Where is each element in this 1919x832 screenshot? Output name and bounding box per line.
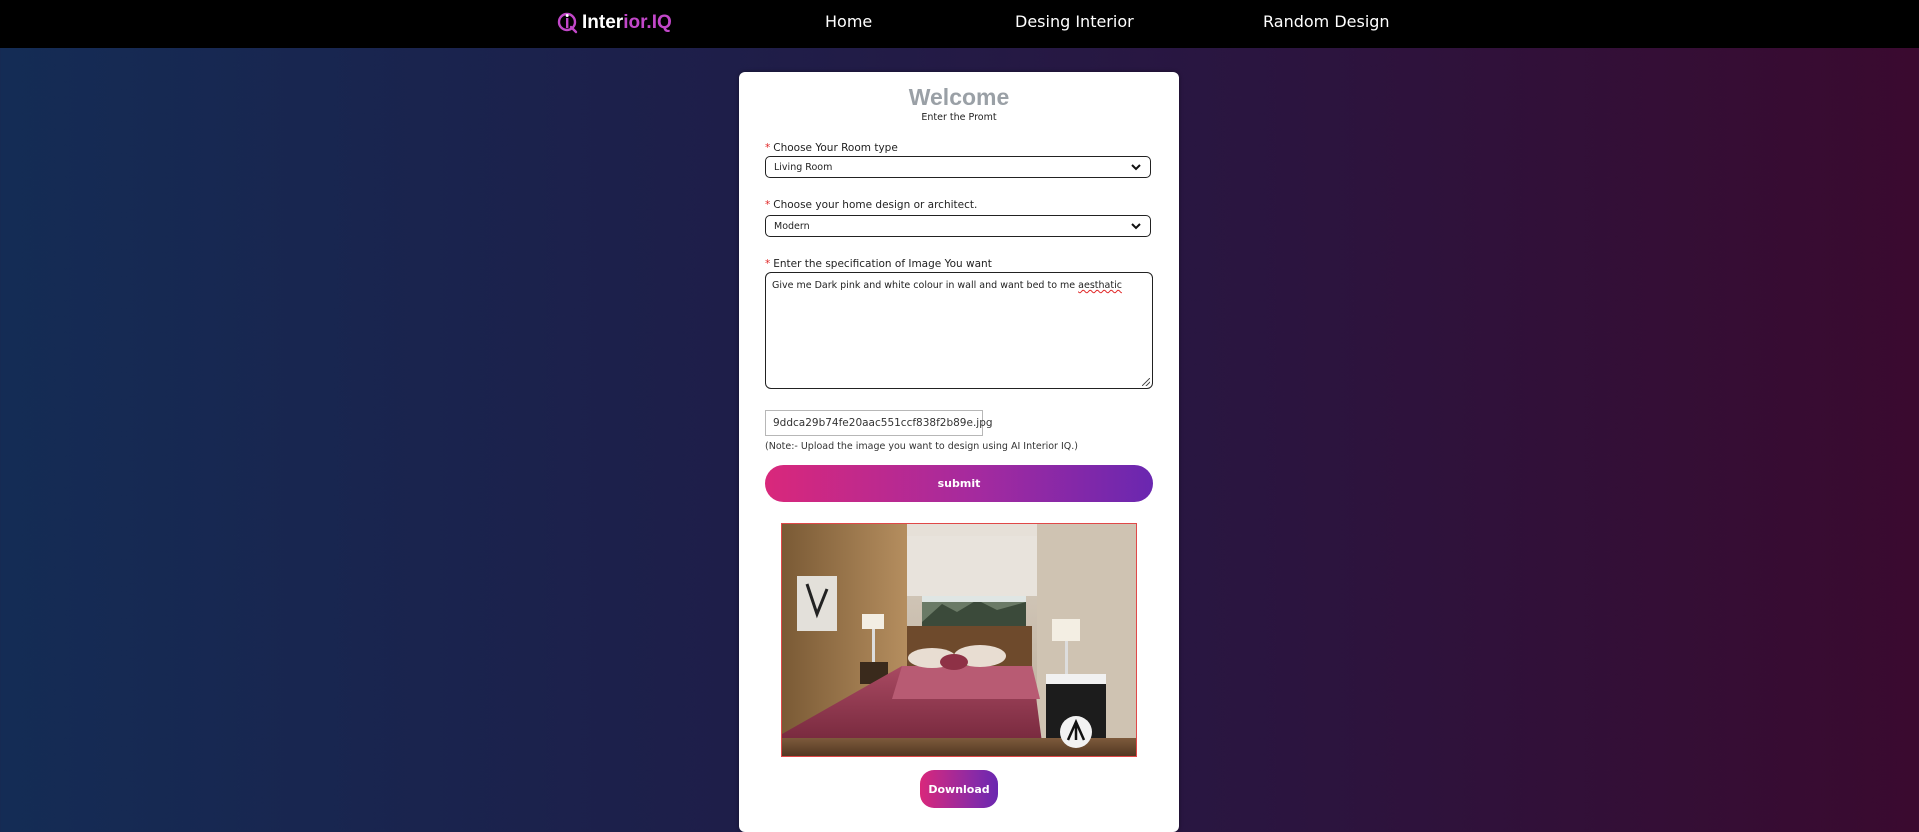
room-type-label-text: Choose Your Room type xyxy=(773,142,898,154)
required-marker: * xyxy=(765,199,771,211)
design-select[interactable]: Modern xyxy=(765,215,1151,237)
specification-textarea[interactable]: Give me Dark pink and white colour in wa… xyxy=(765,272,1153,389)
resize-handle[interactable] xyxy=(1142,378,1150,386)
upload-note: (Note:- Upload the image you want to des… xyxy=(765,441,1078,452)
required-marker: * xyxy=(765,258,771,270)
nav-home-link[interactable]: Home xyxy=(825,12,872,31)
room-type-value: Living Room xyxy=(774,161,833,173)
bedroom-illustration xyxy=(782,524,1136,756)
download-button[interactable]: Download xyxy=(920,770,998,808)
logo-text-accent: ior.IQ xyxy=(623,12,672,33)
design-value: Modern xyxy=(774,220,810,232)
file-upload-input[interactable]: 9ddca29b74fe20aac551ccf838f2b89e.jpg xyxy=(765,410,993,436)
logo-text-main: Inter xyxy=(582,12,624,33)
specification-misspelled-word: aesthatic xyxy=(1078,280,1122,291)
chevron-down-icon xyxy=(1131,223,1141,230)
submit-button[interactable]: submit xyxy=(765,465,1153,502)
prompt-form-card: Welcome Enter the Promt * Choose Your Roo… xyxy=(739,72,1179,832)
nav-design-interior-link[interactable]: Desing Interior xyxy=(1015,12,1134,31)
nav-random-design-link[interactable]: Random Design xyxy=(1263,12,1390,31)
design-label: * Choose your home design or architect. xyxy=(765,199,977,211)
logo-icon xyxy=(557,12,578,34)
page-title: Welcome xyxy=(908,84,1010,110)
file-name: 9ddca29b74fe20aac551ccf838f2b89e.jpg xyxy=(773,417,993,429)
top-navbar: Inter ior.IQ Home Desing Interior Random … xyxy=(0,0,1919,48)
chevron-down-icon xyxy=(1131,164,1141,171)
logo[interactable]: Inter ior.IQ xyxy=(556,8,672,38)
page-subtitle: Enter the Promt xyxy=(921,112,997,123)
room-type-select[interactable]: Living Room xyxy=(765,156,1151,178)
specification-text: Give me Dark pink and white colour in wa… xyxy=(772,280,1079,291)
specification-label-text: Enter the specification of Image You wan… xyxy=(773,258,992,270)
design-label-text: Choose your home design or architect. xyxy=(773,199,978,211)
required-marker: * xyxy=(765,142,771,154)
room-type-label: * Choose Your Room type xyxy=(765,142,898,154)
specification-label: * Enter the specification of Image You wa… xyxy=(765,258,992,270)
generated-room-image xyxy=(781,523,1137,757)
